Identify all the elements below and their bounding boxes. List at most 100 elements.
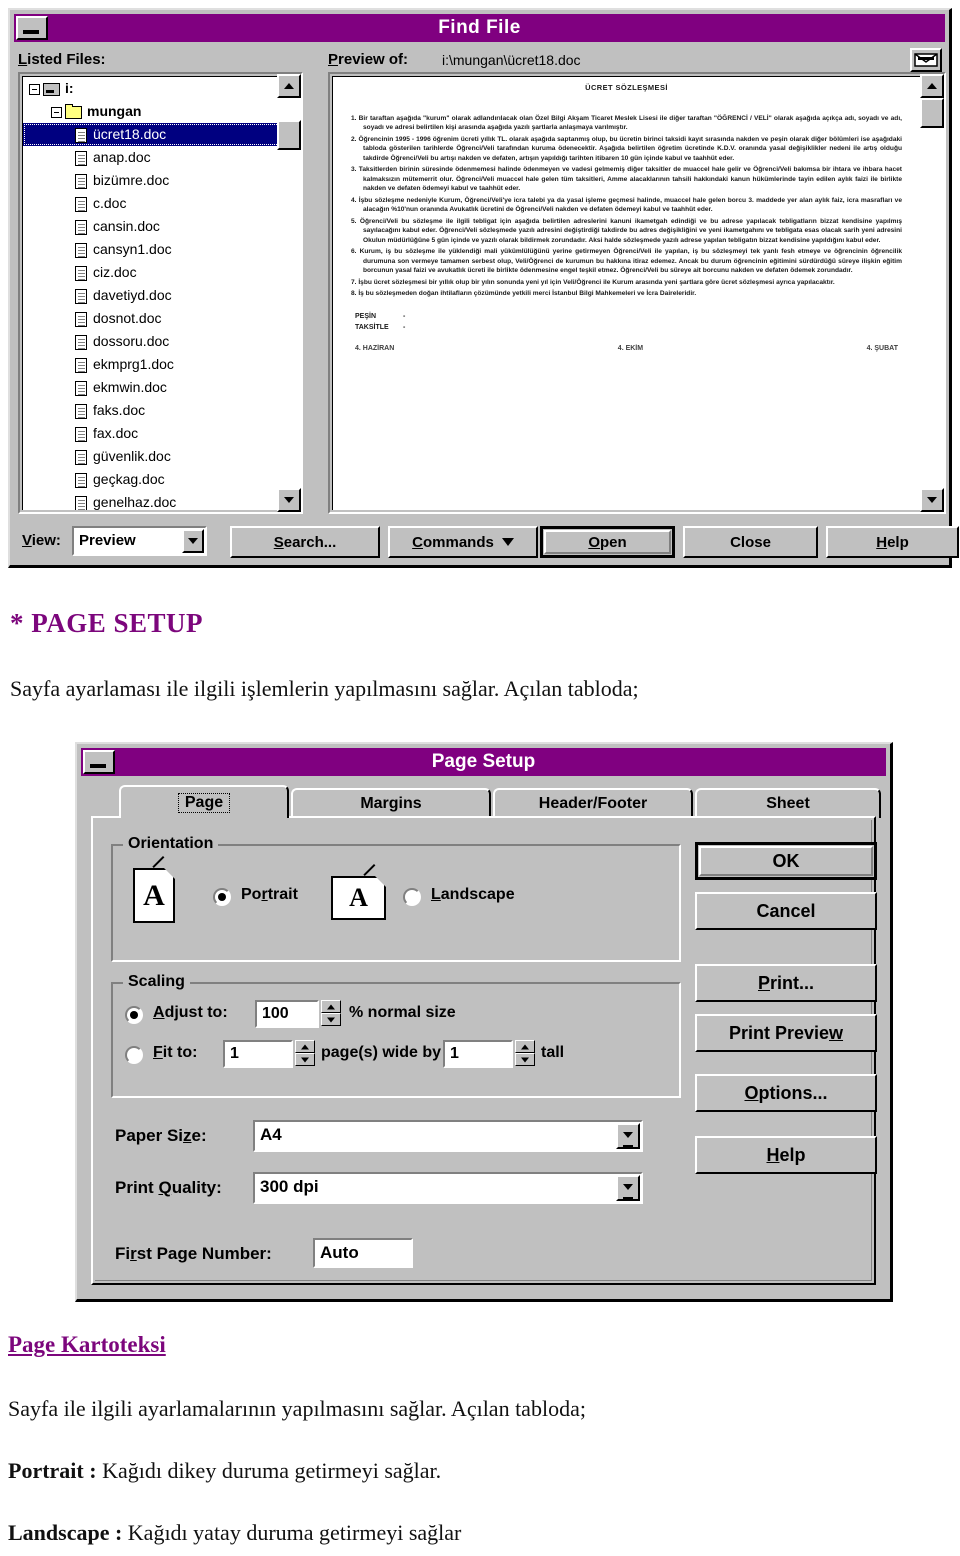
- chevron-down-icon[interactable]: [616, 1123, 640, 1149]
- file-tree[interactable]: i: mungan ücret18.doc anap.doc bizümre.doc c.…: [22, 76, 284, 510]
- arrow-up-icon: [521, 1044, 529, 1049]
- file-tree-item[interactable]: güvenlik.doc: [23, 445, 284, 468]
- scroll-thumb[interactable]: [277, 120, 301, 150]
- stepper-down-button[interactable]: [515, 1053, 535, 1066]
- preview-scroll-up-button[interactable]: [920, 74, 944, 98]
- file-tree-item[interactable]: i:: [23, 77, 284, 100]
- file-tree-item[interactable]: bizümre.doc: [23, 169, 284, 192]
- file-tree-item[interactable]: fax.doc: [23, 422, 284, 445]
- document-signature-block: PEŞİN - TAKSİTLE -: [355, 311, 902, 333]
- chevron-down-icon[interactable]: [616, 1175, 640, 1201]
- help-button[interactable]: Help: [826, 526, 959, 558]
- view-select[interactable]: Preview: [72, 526, 207, 556]
- options-button[interactable]: Options...: [695, 1074, 877, 1112]
- landscape-definition: Landscape : Kağıdı yatay duruma getirmey…: [8, 1520, 461, 1546]
- file-tree-item[interactable]: ciz.doc: [23, 261, 284, 284]
- document-footer-row: 4. HAZİRAN 4. EKİM 4. ŞUBAT: [355, 345, 898, 352]
- adjust-to-radio[interactable]: [125, 1006, 143, 1024]
- print-quality-select[interactable]: 300 dpi: [253, 1172, 643, 1204]
- document-body: 1. Bir taraftan aşağıda "kurum" olarak a…: [351, 114, 902, 299]
- arrow-down-icon: [927, 497, 937, 503]
- file-tree-item[interactable]: dossoru.doc: [23, 330, 284, 353]
- file-tree-item[interactable]: dosnot.doc: [23, 307, 284, 330]
- adjust-to-stepper[interactable]: [321, 1000, 341, 1026]
- adjust-to-input[interactable]: 100: [255, 1000, 319, 1028]
- tab-sheet[interactable]: Sheet: [695, 788, 881, 818]
- fit-to-middle-text: page(s) wide by: [321, 1044, 442, 1061]
- signature-label: TAKSİTLE: [355, 323, 389, 331]
- stepper-down-button[interactable]: [321, 1013, 341, 1026]
- scroll-up-button[interactable]: [277, 74, 301, 98]
- file-tree-item-label: ekmwin.doc: [93, 379, 167, 395]
- document-paragraph: 1. Bir taraftan aşağıda "kurum" olarak a…: [351, 115, 902, 132]
- tab-page-label: Page: [177, 792, 231, 813]
- fit-to-width-input[interactable]: 1: [223, 1040, 293, 1068]
- tab-margins[interactable]: Margins: [291, 788, 491, 818]
- file-tree-item[interactable]: faks.doc: [23, 399, 284, 422]
- file-tree-item[interactable]: anap.doc: [23, 146, 284, 169]
- portrait-definition: Portrait : Kağıdı dikey duruma getirmeyi…: [8, 1458, 441, 1484]
- fit-to-radio[interactable]: [125, 1046, 143, 1064]
- file-tree-item[interactable]: c.doc: [23, 192, 284, 215]
- find-file-titlebar[interactable]: Find File: [14, 14, 945, 42]
- expander-icon[interactable]: [51, 106, 62, 118]
- file-tree-item[interactable]: ücret18.doc: [23, 123, 284, 146]
- expander-icon[interactable]: [29, 83, 40, 95]
- file-tree-item[interactable]: cansin.doc: [23, 215, 284, 238]
- tab-header-footer[interactable]: Header/Footer: [493, 788, 693, 818]
- minimize-button[interactable]: [16, 16, 48, 40]
- commands-button[interactable]: Commands: [388, 526, 538, 558]
- file-tree-scrollbar[interactable]: [277, 74, 301, 512]
- cancel-button[interactable]: Cancel: [695, 892, 877, 930]
- ok-button[interactable]: OK: [695, 842, 877, 880]
- page-setup-panel: Orientation A Portrait A Landscape Scali…: [91, 816, 877, 1285]
- preview-scroll-track[interactable]: [920, 98, 944, 488]
- fit-to-suffix: tall: [541, 1044, 565, 1061]
- file-tree-item[interactable]: ekmwin.doc: [23, 376, 284, 399]
- landscape-radio[interactable]: [403, 888, 421, 906]
- file-tree-item[interactable]: geçkag.doc: [23, 468, 284, 491]
- arrow-up-icon: [284, 83, 294, 89]
- scroll-down-button[interactable]: [277, 488, 301, 512]
- preview-scrollbar[interactable]: [920, 74, 944, 512]
- file-tree-item[interactable]: cansyn1.doc: [23, 238, 284, 261]
- search-button[interactable]: Search...: [230, 526, 380, 558]
- tab-page[interactable]: Page: [119, 785, 289, 818]
- document-signature-line: TAKSİTLE -: [355, 322, 902, 333]
- page-setup-minimize-button[interactable]: [83, 750, 115, 774]
- file-tree-item-label: cansyn1.doc: [93, 241, 172, 257]
- page-setup-help-button[interactable]: Help: [695, 1136, 877, 1174]
- file-tree-item[interactable]: ekmprg1.doc: [23, 353, 284, 376]
- stepper-up-button[interactable]: [515, 1040, 535, 1053]
- open-button[interactable]: Open: [540, 526, 675, 558]
- preview-panel: ÜCRET SÖZLEŞMESİ 1. Bir taraftan aşağıda…: [328, 72, 946, 514]
- print-preview-button[interactable]: Print Previe w: [695, 1014, 877, 1052]
- chevron-down-icon[interactable]: [182, 529, 204, 553]
- paper-size-select[interactable]: A4: [253, 1120, 643, 1152]
- preview-scroll-down-button[interactable]: [920, 488, 944, 512]
- scroll-track[interactable]: [277, 98, 301, 488]
- arrow-down-icon: [327, 1017, 335, 1022]
- page-setup-titlebar[interactable]: Page Setup: [81, 748, 886, 776]
- orientation-group: Orientation A Portrait A Landscape: [111, 835, 681, 962]
- portrait-radio[interactable]: [213, 888, 231, 906]
- arrow-down-icon: [284, 497, 294, 503]
- file-tree-item[interactable]: davetiyd.doc: [23, 284, 284, 307]
- portrait-page-icon: A: [133, 855, 175, 923]
- file-tree-item[interactable]: mungan: [23, 100, 284, 123]
- first-page-number-input[interactable]: Auto: [313, 1238, 413, 1268]
- view-label-rest: iew:: [31, 532, 61, 549]
- envelope-icon[interactable]: [910, 48, 942, 72]
- preview-scroll-thumb[interactable]: [920, 98, 944, 128]
- landscape-term: Landscape :: [8, 1520, 123, 1545]
- portrait-desc: Kağıdı dikey duruma getirmeyi sağlar.: [96, 1458, 442, 1483]
- stepper-down-button[interactable]: [295, 1053, 315, 1066]
- close-button[interactable]: Close: [683, 526, 818, 558]
- stepper-up-button[interactable]: [321, 1000, 341, 1013]
- stepper-up-button[interactable]: [295, 1040, 315, 1053]
- fit-to-height-stepper[interactable]: [515, 1040, 535, 1066]
- print-button[interactable]: Print...: [695, 964, 877, 1002]
- fit-to-width-stepper[interactable]: [295, 1040, 315, 1066]
- file-tree-item[interactable]: genelhaz.doc: [23, 491, 284, 510]
- fit-to-height-input[interactable]: 1: [443, 1040, 513, 1068]
